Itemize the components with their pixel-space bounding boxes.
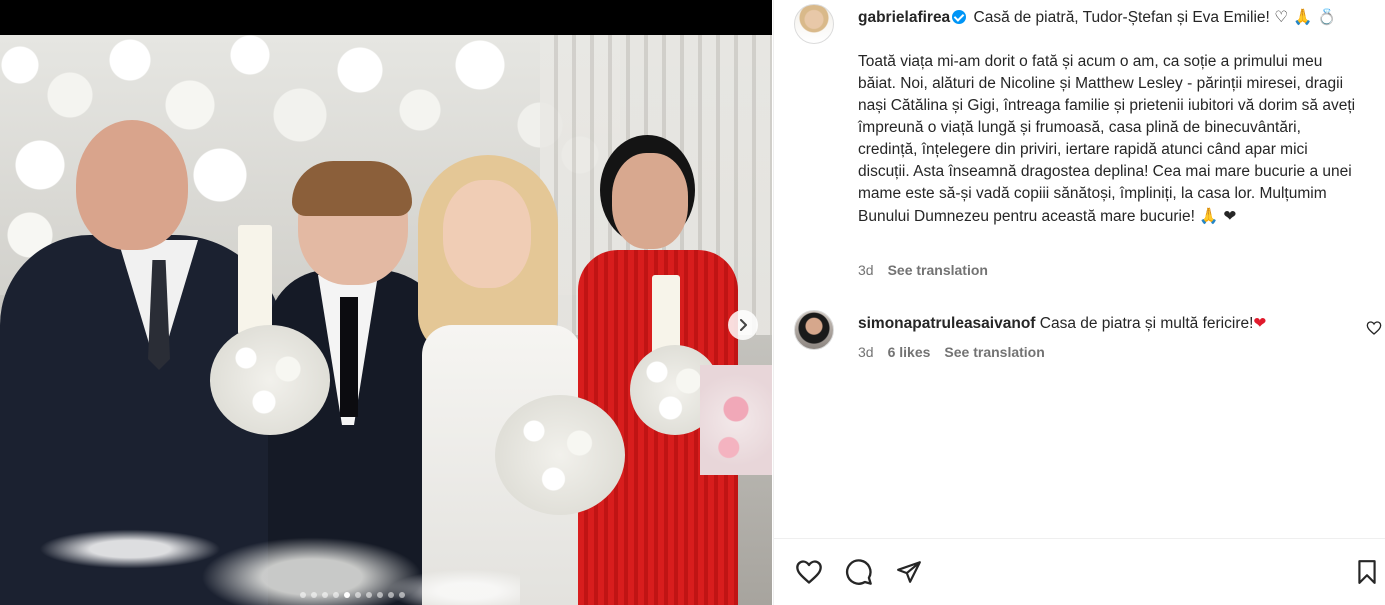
- bookmark-icon: [1358, 560, 1376, 584]
- pink-bouquet: [700, 365, 772, 475]
- groom-hair: [292, 161, 412, 216]
- comment-text: Casa de piatra și multă fericire!: [1039, 315, 1254, 332]
- carousel-dot: [366, 592, 372, 598]
- commenter-avatar[interactable]: [794, 310, 834, 350]
- comment-time[interactable]: 3d: [858, 344, 874, 360]
- bride-face: [443, 180, 531, 288]
- share-button[interactable]: [894, 557, 924, 587]
- bouquet-left: [210, 325, 330, 435]
- carousel-dot: [388, 592, 394, 598]
- like-button[interactable]: [794, 557, 824, 587]
- carousel-dot: [399, 592, 405, 598]
- carousel-dot: [300, 592, 306, 598]
- see-translation-link[interactable]: See translation: [888, 262, 988, 278]
- caption-title-emojis: ♡ 🙏 💍: [1274, 8, 1337, 26]
- author-avatar[interactable]: [794, 4, 834, 44]
- foreground-pampas: [0, 465, 520, 605]
- heart-outline-icon: [796, 560, 822, 584]
- comment-bubble-icon: [845, 559, 872, 585]
- comment-like-heart-icon[interactable]: [1366, 320, 1382, 336]
- comment-username[interactable]: simonapatruleasaivanof: [858, 315, 1035, 332]
- post-caption: gabrielafirea Casă de piatră, Tudor-Ștef…: [858, 6, 1358, 228]
- carousel-next-button[interactable]: [728, 310, 758, 340]
- post-media: [0, 0, 772, 605]
- comment-meta: 3d 6 likes See translation: [858, 344, 1045, 360]
- comment-see-translation-link[interactable]: See translation: [944, 344, 1044, 360]
- comment-heart-emoji: ❤: [1253, 314, 1267, 332]
- caption-meta: 3d See translation: [858, 262, 988, 278]
- carousel-indicator: [300, 592, 405, 598]
- comment: simonapatruleasaivanof Casa de piatra și…: [858, 312, 1328, 335]
- verified-badge-icon: [952, 10, 967, 24]
- post-time[interactable]: 3d: [858, 262, 874, 278]
- candle-left: [238, 225, 272, 335]
- save-button[interactable]: [1352, 557, 1382, 587]
- comment-button[interactable]: [844, 557, 874, 587]
- caption-end-emojis: 🙏 ❤: [1199, 207, 1237, 225]
- paper-plane-icon: [897, 561, 921, 583]
- author-username[interactable]: gabrielafirea: [858, 9, 950, 26]
- caption-title: Casă de piatră, Tudor-Ștefan și Eva Emil…: [973, 9, 1270, 26]
- carousel-dot: [344, 592, 350, 598]
- carousel-dot: [322, 592, 328, 598]
- groom-tie: [340, 297, 358, 417]
- actions-divider: [774, 538, 1385, 539]
- older-man-head: [76, 120, 188, 250]
- post-photo[interactable]: [0, 35, 772, 605]
- bridesmaid-face: [612, 153, 688, 249]
- caption-body: Toată viața mi-am dorit o fată și acum o…: [858, 53, 1356, 225]
- carousel-dot: [377, 592, 383, 598]
- chevron-right-icon: [740, 319, 747, 331]
- post-details-panel: gabrielafirea Casă de piatră, Tudor-Ștef…: [773, 0, 1385, 605]
- carousel-dot: [333, 592, 339, 598]
- carousel-dot: [355, 592, 361, 598]
- carousel-dot: [311, 592, 317, 598]
- comment-likes[interactable]: 6 likes: [888, 344, 931, 360]
